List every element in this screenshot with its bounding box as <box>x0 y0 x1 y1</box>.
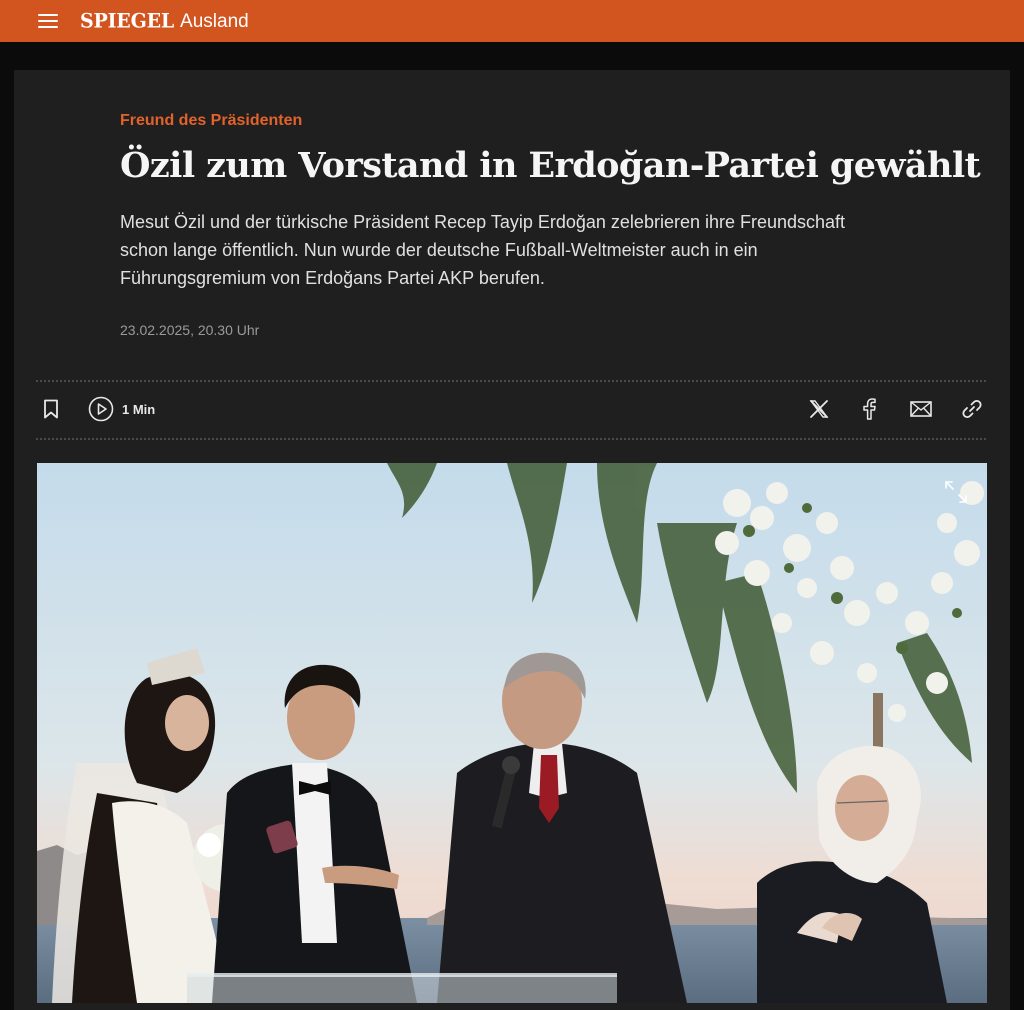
article-date: 23.02.2025, 20.30 Uhr <box>120 322 260 338</box>
mail-icon[interactable] <box>908 396 934 422</box>
bookmark-icon[interactable] <box>38 396 64 422</box>
wedding-photo-illustration <box>37 463 987 1003</box>
divider <box>36 380 986 382</box>
play-circle-icon[interactable] <box>88 396 114 422</box>
facebook-icon[interactable] <box>856 396 882 422</box>
section-name[interactable]: Ausland <box>180 11 249 33</box>
article-teaser: Mesut Özil und der türkische Präsident R… <box>120 212 846 288</box>
audio-duration[interactable]: 1 Min <box>122 402 155 417</box>
x-icon[interactable] <box>806 396 832 422</box>
site-header: SPIEGEL Ausland <box>0 0 1024 42</box>
brand[interactable]: SPIEGEL Ausland <box>80 9 249 33</box>
article-photo[interactable] <box>37 463 987 1003</box>
article-kicker: Freund des Präsidenten <box>120 112 303 129</box>
article-headline: Özil zum Vorstand in Erdoğan-Partei gewä… <box>120 145 981 186</box>
expand-icon[interactable] <box>943 479 969 505</box>
link-icon[interactable] <box>959 396 985 422</box>
article-toolbar: 1 Min <box>36 392 986 426</box>
article-card: Freund des Präsidenten Özil zum Vorstand… <box>14 70 1010 1010</box>
hamburger-icon[interactable] <box>38 14 58 28</box>
divider <box>36 438 986 440</box>
brand-logo[interactable]: SPIEGEL <box>80 9 174 32</box>
